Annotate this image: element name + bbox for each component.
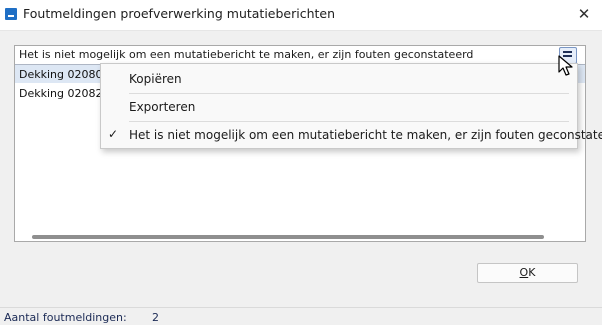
app-icon: [5, 8, 17, 20]
error-count: 2: [152, 311, 159, 324]
mouse-pointer-icon: [558, 55, 573, 76]
title-bar: Foutmeldingen proefverwerking mutatieber…: [0, 0, 602, 31]
context-menu: Kopiëren Exporteren ✓ Het is niet mogeli…: [100, 63, 602, 149]
ok-button[interactable]: OK: [477, 263, 578, 283]
menu-item-label: Kopiëren: [129, 72, 182, 86]
menu-item-label: Exporteren: [129, 100, 196, 114]
status-bar: Aantal foutmeldingen: 2: [0, 307, 602, 325]
close-button[interactable]: ✕: [572, 2, 596, 26]
dialog-window: Foutmeldingen proefverwerking mutatieber…: [0, 0, 602, 325]
menu-item-label: Het is niet mogelijk om een mutatieberic…: [129, 128, 602, 142]
menu-item-kopieren[interactable]: Kopiëren: [101, 66, 577, 92]
scrollbar-thumb[interactable]: [32, 235, 544, 239]
column-header-label: Het is niet mogelijk om een mutatieberic…: [19, 48, 474, 61]
horizontal-scrollbar[interactable]: [17, 232, 582, 240]
status-label: Aantal foutmeldingen:: [4, 311, 127, 324]
table-cell: Dekking 02080 9: [19, 68, 113, 81]
menu-item-column-toggle[interactable]: ✓ Het is niet mogelijk om een mutatieber…: [101, 122, 602, 148]
ok-label-rest: K: [528, 266, 536, 279]
menu-item-exporteren[interactable]: Exporteren: [101, 94, 577, 120]
checkmark-icon: ✓: [108, 127, 119, 141]
window-title: Foutmeldingen proefverwerking mutatieber…: [23, 6, 336, 21]
ok-mnemonic: O: [519, 266, 529, 279]
